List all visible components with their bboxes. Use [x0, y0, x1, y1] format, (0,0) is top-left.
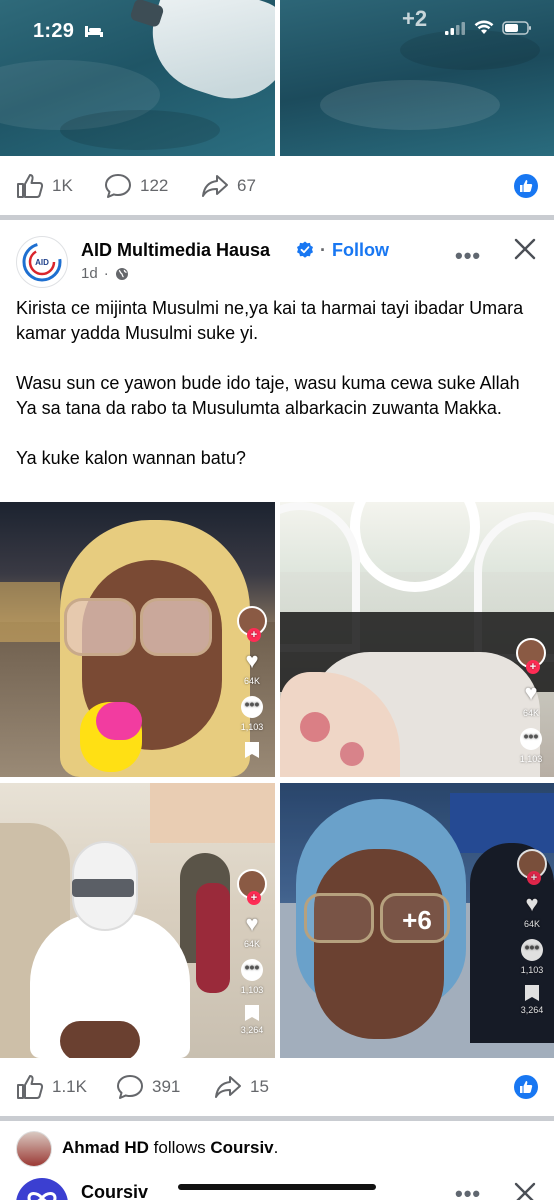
followed-page-name[interactable]: Coursiv — [210, 1138, 273, 1157]
wifi-icon — [474, 20, 494, 34]
video-side-rail: + ♥ 64K ••• 1,103 — [234, 606, 270, 758]
follow-activity: Ahmad HD follows Coursiv. — [62, 1138, 278, 1158]
like-count: 1K — [52, 176, 73, 195]
post-meta: 1d · — [81, 265, 129, 282]
video-side-rail: + ♥ 64K ••• 1,103 — [513, 638, 549, 764]
previous-post-action-bar: 1K 122 67 — [0, 157, 554, 215]
comment-button[interactable]: 122 — [104, 157, 168, 215]
video-thumbnail[interactable]: + ♥ 64K ••• 1,103 — [0, 502, 275, 777]
video-comment-count: 1,103 — [240, 722, 264, 732]
comment-icon — [105, 174, 131, 198]
avatar-text: AID — [35, 257, 49, 267]
coursiv-avatar[interactable] — [16, 1178, 68, 1200]
suggested-page-name[interactable]: Coursiv — [81, 1182, 148, 1200]
creator-avatar[interactable]: + — [516, 638, 546, 674]
activity-verb: follows — [153, 1138, 206, 1157]
sleep-mode-icon — [85, 26, 103, 37]
post-media-grid: + ♥ 64K ••• 1,103 + ♥ 64K ••• 1,103 + ♥ … — [0, 502, 554, 1058]
friend-name[interactable]: Ahmad HD — [62, 1138, 149, 1157]
share-button[interactable]: 67 — [201, 157, 256, 215]
thumbs-up-icon — [17, 1075, 44, 1099]
post-body: Kirista ce mijinta Musulmi ne,ya kai ta … — [16, 296, 541, 496]
more-media-count: +6 — [402, 905, 432, 935]
bookmark-icon — [245, 1005, 259, 1021]
share-icon — [202, 175, 228, 197]
video-save-count: 3,264 — [240, 1025, 264, 1035]
comment-icon — [117, 1075, 143, 1099]
creator-avatar[interactable]: + — [237, 606, 267, 642]
share-count: 67 — [237, 176, 256, 195]
battery-icon — [502, 21, 531, 35]
share-count: 15 — [250, 1077, 269, 1096]
meta-dot: · — [103, 265, 109, 282]
share-icon — [215, 1076, 241, 1098]
like-button[interactable]: 1K — [16, 157, 73, 215]
follow-separator: · — [320, 240, 326, 260]
video-like-count: 64K — [243, 676, 260, 686]
status-time: 1:29 — [33, 20, 75, 42]
comment-dots-icon: ••• — [241, 696, 263, 718]
more-options-button[interactable]: ••• — [455, 1181, 481, 1200]
feed-separator — [0, 1116, 554, 1121]
like-count: 1.1K — [52, 1077, 87, 1096]
like-button[interactable]: 1.1K — [16, 1058, 87, 1116]
more-media-overlay[interactable]: +6 — [280, 783, 554, 1058]
post-paragraph: Ya kuke kalon wannan batu? — [16, 448, 246, 468]
feed-separator — [0, 215, 554, 220]
follow-label: Follow — [332, 240, 389, 260]
globe-icon — [115, 267, 128, 280]
heart-icon: ♥ — [524, 680, 538, 705]
bookmark-icon — [245, 742, 259, 758]
video-like-count: 64K — [243, 939, 260, 949]
post-paragraph: Wasu sun ce yawon bude ido taje, wasu ku… — [16, 373, 520, 418]
heart-icon: ♥ — [245, 911, 259, 936]
status-icons — [444, 20, 532, 36]
video-comment-count: 1,103 — [519, 754, 543, 764]
post-action-bar: 1.1K 391 15 — [0, 1058, 554, 1116]
home-indicator[interactable] — [178, 1184, 376, 1190]
post-age[interactable]: 1d — [81, 265, 98, 282]
like-reaction-icon[interactable] — [514, 174, 538, 198]
post-paragraph: Kirista ce mijinta Musulmi ne,ya kai ta … — [16, 298, 524, 343]
comment-count: 122 — [140, 176, 169, 195]
page-avatar[interactable]: AID — [16, 236, 68, 288]
comment-button[interactable]: 391 — [116, 1058, 180, 1116]
video-side-rail: + ♥ 64K ••• 1,103 3,264 — [234, 869, 270, 1035]
video-comment-count: 1,103 — [240, 985, 264, 995]
verified-badge-icon — [297, 241, 313, 258]
friend-avatar[interactable] — [16, 1131, 52, 1167]
close-icon[interactable] — [512, 1180, 538, 1200]
media-overflow-count[interactable]: +2 — [402, 6, 427, 32]
close-icon[interactable] — [512, 236, 538, 262]
follow-button[interactable]: · Follow — [320, 240, 389, 261]
heart-icon: ♥ — [245, 648, 259, 673]
page-name[interactable]: AID Multimedia Hausa — [81, 240, 270, 261]
comment-dots-icon: ••• — [520, 728, 542, 750]
signal-icon — [445, 22, 465, 35]
activity-suffix: . — [273, 1138, 279, 1157]
more-options-button[interactable]: ••• — [455, 243, 481, 269]
thumbs-up-icon — [17, 174, 44, 198]
share-button[interactable]: 15 — [214, 1058, 269, 1116]
video-thumbnail[interactable]: + ♥ 64K ••• 1,103 3,264 +6 — [280, 783, 554, 1058]
coursiv-logo-icon — [27, 1192, 57, 1200]
comment-count: 391 — [152, 1077, 181, 1096]
comment-dots-icon: ••• — [241, 959, 263, 981]
like-reaction-icon[interactable] — [514, 1075, 538, 1099]
video-thumbnail[interactable]: + ♥ 64K ••• 1,103 — [280, 502, 554, 777]
video-thumbnail[interactable]: + ♥ 64K ••• 1,103 3,264 — [0, 783, 275, 1058]
creator-avatar[interactable]: + — [237, 869, 267, 905]
video-like-count: 64K — [522, 708, 539, 718]
